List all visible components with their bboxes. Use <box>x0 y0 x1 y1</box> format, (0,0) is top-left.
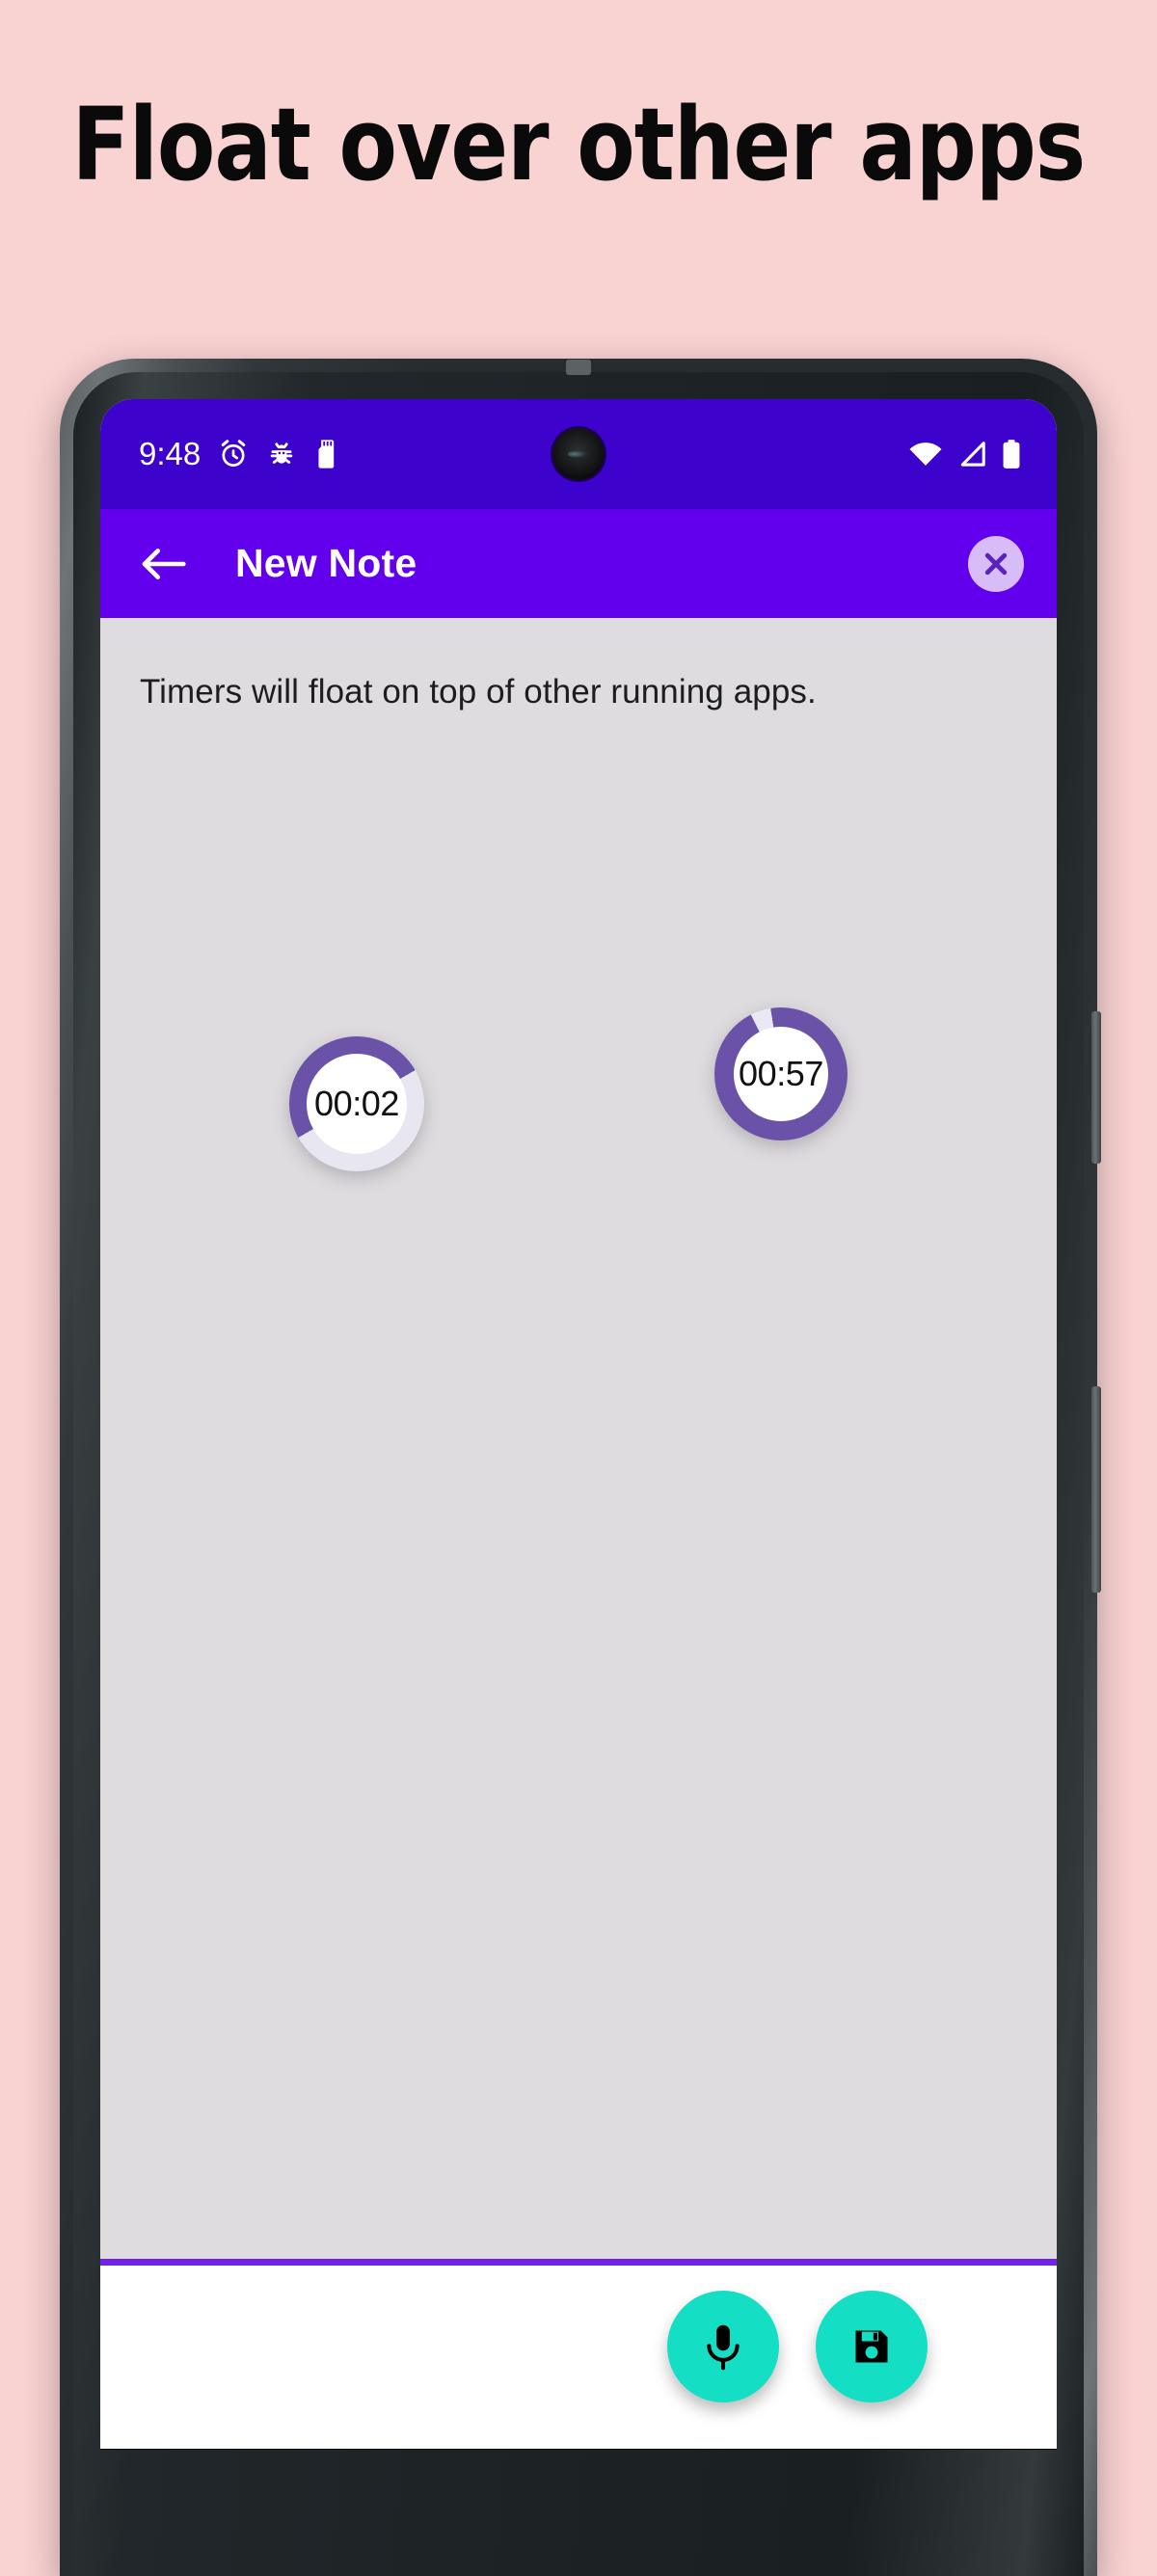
note-content-area[interactable]: Timers will float on top of other runnin… <box>100 618 1057 2259</box>
note-body-text: Timers will float on top of other runnin… <box>140 673 817 711</box>
phone-screen: 9:48 New Note Timers will float on top o… <box>100 399 1057 2450</box>
punch-hole-camera-icon <box>552 428 605 480</box>
floppy-disk-save-icon <box>855 2330 888 2363</box>
power-button[interactable] <box>1091 1011 1101 1164</box>
voice-input-fab[interactable] <box>667 2291 779 2402</box>
alarm-icon <box>221 440 246 467</box>
wifi-icon <box>909 443 942 466</box>
close-icon <box>984 552 1008 575</box>
close-button[interactable] <box>968 535 1024 592</box>
promo-headline-area: Float over other apps <box>0 0 1157 328</box>
page-title: New Note <box>235 541 417 585</box>
timer-ring-center: 00:57 <box>734 1027 828 1121</box>
bottom-bar-divider <box>100 2259 1057 2266</box>
timer-label: 00:02 <box>313 1084 400 1123</box>
floating-timer-bubble[interactable]: 00:02 <box>289 1036 424 1171</box>
arrow-left-icon <box>142 548 186 579</box>
timer-label: 00:57 <box>738 1054 824 1093</box>
volume-rocker-button[interactable] <box>1091 1386 1101 1593</box>
status-bar-right-cluster <box>908 439 1022 470</box>
android-debug-icon <box>270 443 293 464</box>
app-bar: New Note <box>100 509 1057 618</box>
floating-timer-bubble[interactable]: 00:57 <box>714 1007 848 1140</box>
sd-card-icon <box>318 440 335 469</box>
bottom-action-bar <box>100 2266 1057 2449</box>
status-bar-left-cluster: 9:48 <box>139 436 340 472</box>
promo-headline: Float over other apps <box>71 86 1087 203</box>
status-bar: 9:48 <box>100 399 1057 509</box>
microphone-icon <box>707 2324 740 2371</box>
back-button[interactable] <box>139 539 189 589</box>
save-note-fab[interactable] <box>816 2291 928 2402</box>
battery-icon <box>1003 440 1020 469</box>
status-bar-clock: 9:48 <box>139 436 202 471</box>
cell-signal-icon <box>960 442 985 467</box>
earpiece-speaker-slit <box>566 360 591 375</box>
timer-ring-center: 00:02 <box>307 1054 407 1154</box>
